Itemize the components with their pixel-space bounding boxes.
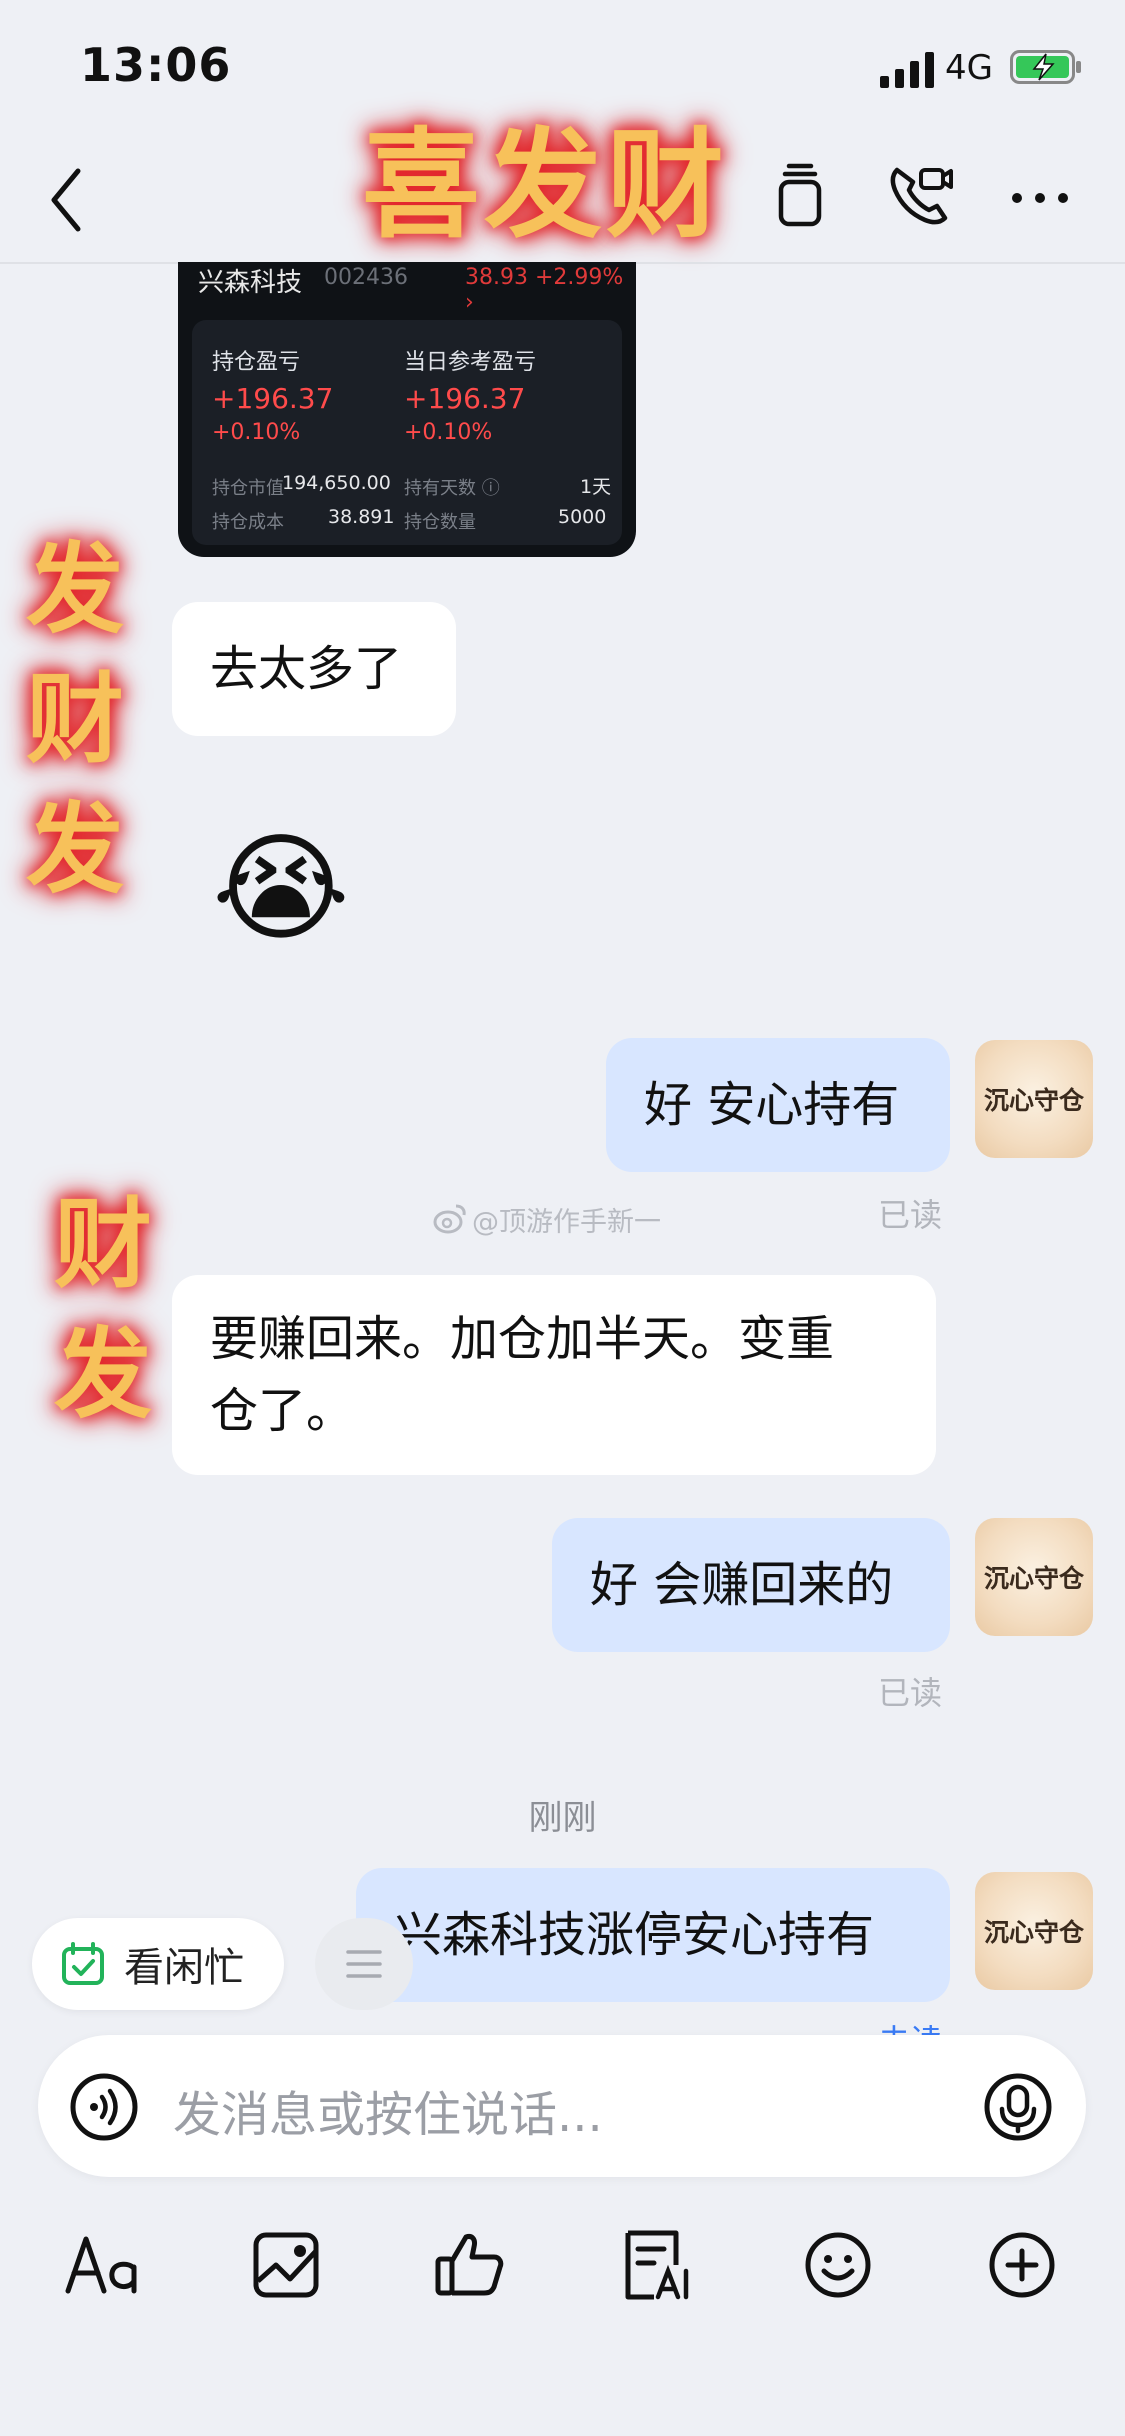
status-time: 13:06 (80, 38, 232, 92)
watermark: @顶游作手新一 (472, 1207, 661, 1238)
daily-pnl-label: 当日参考盈亏 (404, 350, 537, 375)
message-text: 好 安心持有 (644, 1077, 900, 1133)
position-pnl-pct: +0.10% (212, 420, 301, 445)
hold-days-label: 持有天数 ⓘ (404, 478, 500, 499)
signal-icon (880, 52, 934, 88)
position-pnl-value: +196.37 (212, 382, 334, 415)
cost-label: 持仓成本 (212, 512, 284, 533)
stock-summary-panel: 持仓盈亏 +196.37 +0.10% 当日参考盈亏 +196.37 +0.10… (192, 320, 622, 545)
market-value-label: 持仓市值 (212, 478, 284, 499)
message-text-line2: 仓了。 (210, 1383, 355, 1439)
avatar[interactable]: 沉心守仓 (975, 1040, 1093, 1158)
message-text-line1: 要赚回来。加仓加半天。变重 (210, 1311, 835, 1367)
quantity-label: 持仓数量 (404, 512, 476, 533)
microphone-icon[interactable] (982, 2071, 1054, 2143)
crying-emoji[interactable]: 😭 (212, 818, 350, 958)
weibo-icon (433, 1204, 466, 1234)
festive-sticker-left-lower: 财发 (53, 1188, 152, 1432)
festive-sticker-top: 喜发财 (361, 116, 728, 254)
thumbs-up-icon[interactable] (430, 2225, 510, 2305)
more-options-icon[interactable] (1005, 160, 1075, 230)
position-pnl-label: 持仓盈亏 (212, 350, 301, 375)
unread-status: 未读 (878, 2016, 942, 2036)
message-text: 去太多了 (210, 641, 403, 697)
read-status: 已读 (878, 1196, 943, 1234)
message-outgoing[interactable]: 好 会赚回来的 (552, 1518, 950, 1652)
avatar[interactable]: 沉心守仓 (975, 1518, 1093, 1636)
image-icon[interactable] (246, 2225, 326, 2305)
cost-value: 38.891 (328, 506, 395, 528)
quick-menu-button[interactable] (315, 1918, 413, 2010)
time-separator: 刚刚 (528, 1798, 597, 1838)
cards-icon[interactable] (765, 160, 835, 230)
text-format-icon[interactable] (62, 2225, 142, 2305)
battery-charging-icon (1010, 50, 1081, 84)
busy-status-label: 看闲忙 (124, 1945, 244, 1991)
avatar[interactable]: 沉心守仓 (975, 1872, 1093, 1990)
quantity-value: 5000 (558, 506, 607, 528)
message-outgoing[interactable]: 兴森科技涨停安心持有 (356, 1868, 950, 2002)
call-video-icon[interactable] (885, 160, 955, 230)
hold-days: 1天 (580, 476, 612, 498)
network-type: 4G (945, 48, 993, 88)
voice-wave-icon[interactable] (68, 2071, 140, 2143)
festive-sticker-left: 发财发 (25, 533, 124, 907)
daily-pnl-pct: +0.10% (404, 420, 493, 445)
message-outgoing[interactable]: 好 安心持有 (606, 1038, 950, 1172)
busy-status-button[interactable]: 看闲忙 (32, 1918, 284, 2010)
stock-position-card[interactable]: 兴森科技 002436 38.93 +2.99% › 持仓盈亏 +196.37 … (178, 262, 636, 557)
menu-lines-icon (346, 1950, 382, 1978)
calendar-check-icon (62, 1942, 104, 1985)
stock-quote: 38.93 +2.99% › (465, 265, 624, 315)
plus-circle-icon[interactable] (982, 2225, 1062, 2305)
message-input-placeholder[interactable]: 发消息或按住说话... (173, 2075, 603, 2145)
message-text: 好 会赚回来的 (590, 1557, 894, 1613)
read-status: 已读 (878, 1674, 943, 1712)
back-chevron-icon[interactable] (46, 165, 86, 235)
stock-name: 兴森科技 (198, 268, 303, 298)
message-incoming[interactable]: 去太多了 (172, 602, 456, 736)
message-text: 兴森科技涨停安心持有 (394, 1907, 875, 1963)
emoji-icon[interactable] (798, 2225, 878, 2305)
message-incoming[interactable]: 要赚回来。加仓加半天。变重 仓了。 (172, 1275, 936, 1475)
ai-write-icon[interactable] (614, 2225, 694, 2305)
daily-pnl-value: +196.37 (404, 382, 526, 415)
stock-code: 002436 (324, 265, 408, 290)
market-value: 194,650.00 (282, 472, 391, 494)
message-input-bar[interactable]: 发消息或按住说话... (38, 2035, 1086, 2177)
